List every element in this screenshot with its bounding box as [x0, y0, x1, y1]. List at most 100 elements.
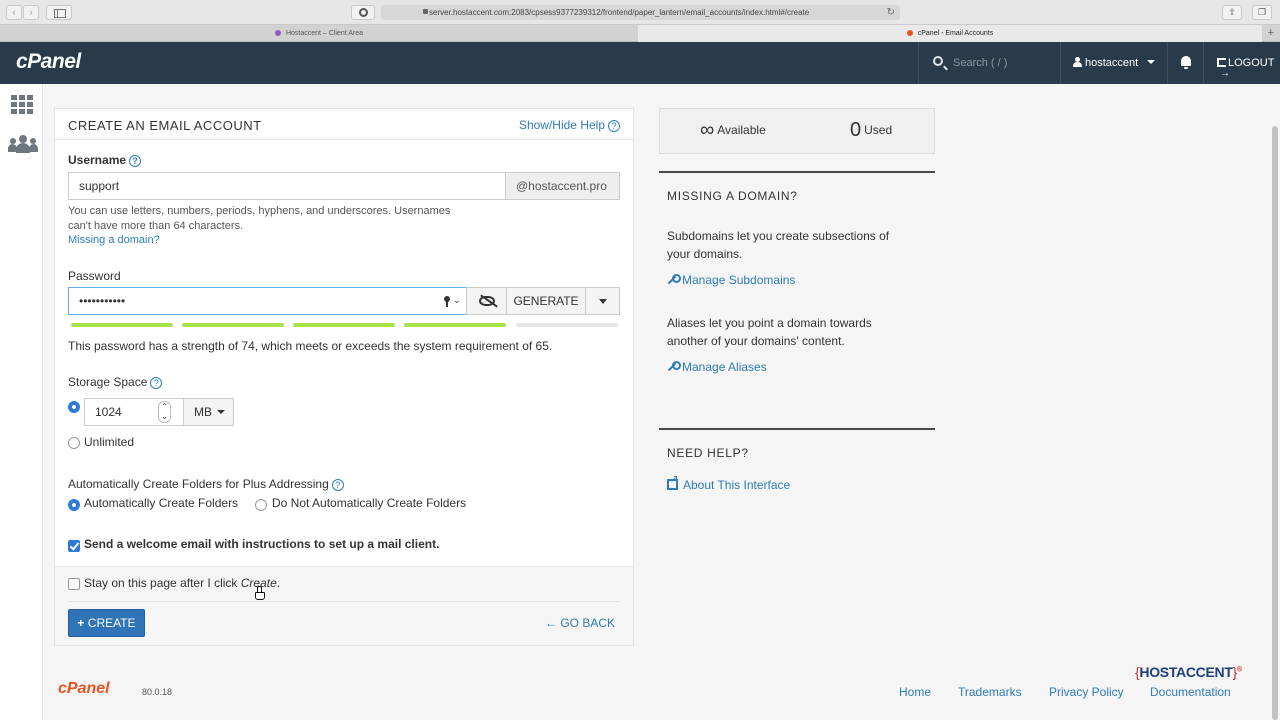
show-hide-help-link[interactable]: Show/Hide Help?: [519, 118, 620, 132]
quota-stepper[interactable]: ⌃ ⌄: [158, 401, 171, 423]
sidebar-toggle-icon[interactable]: [46, 5, 72, 20]
missing-domain-heading: MISSING A DOMAIN?: [667, 189, 798, 203]
users-icon[interactable]: [8, 135, 38, 155]
aliases-description: Aliases let you point a domain towards a…: [667, 316, 872, 348]
storage-unlimited-radio[interactable]: [68, 437, 80, 449]
user-menu[interactable]: hostaccent: [1060, 42, 1167, 84]
unlimited-label: Unlimited: [84, 435, 135, 449]
welcome-email-checkbox[interactable]: [68, 540, 80, 552]
address-bar[interactable]: server.hostaccent.com:2083/cpsess9377239…: [381, 5, 900, 20]
footer-home-link[interactable]: Home: [899, 685, 931, 699]
password-strength-text: This password has a strength of 74, whic…: [68, 339, 553, 353]
plus-icon: +: [77, 616, 85, 630]
form-footer: Stay on this page after I click Create. …: [55, 566, 633, 645]
mouse-cursor-icon: [255, 586, 265, 600]
reload-icon[interactable]: ↻: [887, 5, 895, 20]
create-email-form: CREATE AN EMAIL ACCOUNT Show/Hide Help? …: [54, 108, 634, 646]
strength-segment-3: [293, 323, 395, 327]
chevron-down-icon: ⌄: [453, 295, 461, 305]
tab-bar: Hostaccent – Client Area cPanel - Email …: [0, 25, 1280, 42]
strength-segment-5: [516, 323, 618, 327]
share-icon[interactable]: ⇧: [1222, 5, 1242, 20]
storage-quota-input[interactable]: 1024 ⌃ ⌄: [84, 398, 184, 426]
password-value: •••••••••••: [79, 294, 126, 308]
question-icon: ?: [608, 120, 620, 132]
divider: [659, 171, 935, 173]
help-icon[interactable]: ?: [150, 377, 163, 389]
missing-domain-link[interactable]: Missing a domain?: [68, 233, 450, 248]
strength-segment-2: [182, 323, 284, 327]
logout-button[interactable]: LOGOUT: [1203, 42, 1280, 95]
manage-aliases-link[interactable]: Manage Aliases: [667, 360, 767, 374]
username-label: Username?: [68, 153, 142, 167]
storage-custom-radio[interactable]: [68, 401, 80, 413]
favicon-icon: [274, 30, 281, 36]
auto-create-folders-label: Automatically Create Folders: [84, 496, 239, 510]
user-icon: [1073, 57, 1082, 67]
help-icon[interactable]: ?: [129, 155, 142, 167]
welcome-email-label: Send a welcome email with instructions t…: [84, 537, 440, 551]
arrow-left-icon: ←: [545, 616, 557, 630]
username-hint: You can use letters, numbers, periods, h…: [68, 205, 451, 248]
about-interface-link[interactable]: About This Interface: [667, 474, 790, 492]
divider: [68, 601, 620, 602]
lock-icon: [423, 9, 428, 14]
footer-cpanel-logo[interactable]: cPanel: [58, 680, 110, 698]
search-icon: [933, 56, 943, 66]
cpanel-header: cPanel hostaccent LOGOUT: [0, 42, 1280, 95]
tab-overview-icon[interactable]: ❐: [1252, 5, 1272, 20]
privacy-icon[interactable]: [351, 5, 375, 20]
need-help-heading: NEED HELP?: [667, 446, 749, 460]
external-link-icon: [667, 474, 678, 490]
storage-unit-select[interactable]: MB: [183, 398, 234, 426]
create-button[interactable]: + CREATE: [68, 609, 145, 637]
plus-addressing-label: Automatically Create Folders for Plus Ad…: [68, 477, 344, 491]
header-search[interactable]: [918, 42, 1060, 84]
hostaccent-logo: {HOSTACCENT}®: [1135, 664, 1242, 680]
password-input[interactable]: ••••••••••• ⌄: [68, 287, 467, 315]
logout-icon: [1217, 53, 1230, 95]
generate-options-button[interactable]: [585, 287, 620, 315]
available-stat: ∞ Available: [700, 119, 766, 141]
no-auto-create-folders-label: Do Not Automatically Create Folders: [272, 496, 467, 510]
apps-grid-icon[interactable]: [11, 95, 34, 114]
help-icon[interactable]: ?: [331, 479, 344, 491]
footer-privacy-link[interactable]: Privacy Policy: [1049, 685, 1124, 699]
back-icon[interactable]: ‹: [6, 5, 22, 20]
auto-create-folders-radio[interactable]: [68, 499, 80, 511]
no-auto-create-folders-radio[interactable]: [255, 499, 267, 511]
username: hostaccent: [1085, 57, 1139, 69]
page-scrollbar[interactable]: [1272, 126, 1278, 720]
browser-toolbar: ‹ › server.hostaccent.com:2083/cpsess937…: [0, 0, 1280, 25]
subdomains-description: Subdomains let you create subsections of…: [667, 229, 890, 261]
url-text: server.hostaccent.com:2083/cpsess9377239…: [429, 8, 810, 17]
forward-icon[interactable]: ›: [23, 5, 39, 20]
wrench-icon: [667, 361, 681, 372]
stay-on-page-checkbox[interactable]: [68, 578, 80, 590]
new-tab-icon[interactable]: +: [1268, 25, 1274, 42]
divider: [659, 428, 935, 430]
username-input[interactable]: support: [68, 172, 506, 200]
form-header: CREATE AN EMAIL ACCOUNT Show/Hide Help?: [55, 109, 633, 140]
tab-hostaccent[interactable]: Hostaccent – Client Area: [0, 25, 638, 42]
left-sidebar: [0, 84, 43, 720]
generate-button[interactable]: GENERATE: [506, 287, 586, 315]
cpanel-logo[interactable]: cPanel: [16, 50, 81, 74]
tab-email-accounts[interactable]: cPanel - Email Accounts: [638, 25, 1262, 42]
notifications-button[interactable]: [1167, 42, 1203, 84]
used-stat: 0 Used: [850, 119, 893, 141]
footer-trademarks-link[interactable]: Trademarks: [958, 685, 1022, 699]
bell-icon: [1181, 56, 1191, 69]
domain-select[interactable]: @hostaccent.pro: [505, 172, 620, 200]
footer-documentation-link[interactable]: Documentation: [1150, 685, 1231, 699]
caret-down-icon: [1147, 60, 1156, 64]
strength-segment-1: [71, 323, 173, 327]
manage-subdomains-link[interactable]: Manage Subdomains: [667, 273, 795, 287]
toggle-password-visibility-button[interactable]: [466, 287, 507, 315]
search-input[interactable]: [953, 54, 1053, 72]
page-title: CREATE AN EMAIL ACCOUNT: [68, 118, 262, 133]
eye-slash-icon: [479, 296, 495, 306]
go-back-link[interactable]: ← GO BACK: [545, 616, 615, 630]
version-number: 80.0.18: [142, 687, 173, 697]
password-label: Password: [68, 269, 121, 283]
